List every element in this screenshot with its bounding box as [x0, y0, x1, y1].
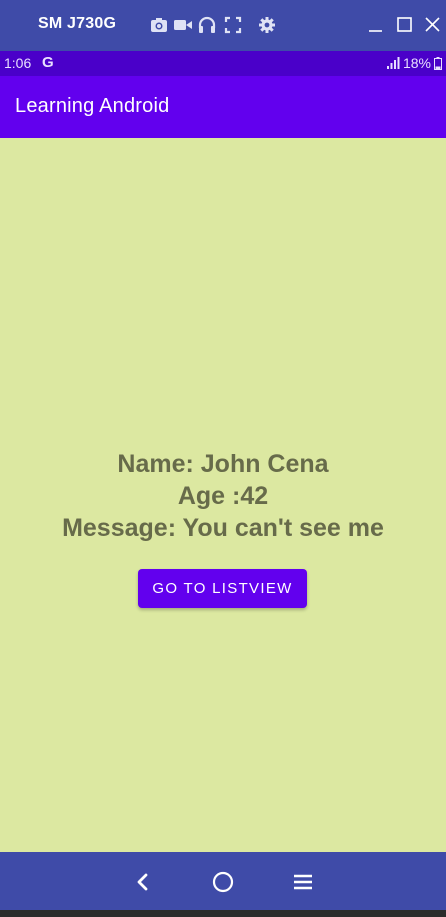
recents-icon[interactable]	[291, 870, 315, 894]
home-icon[interactable]	[211, 870, 235, 894]
signal-icon	[386, 57, 400, 69]
navigation-bar	[0, 852, 446, 910]
battery-percent: 18%	[402, 55, 431, 71]
profile-info: Name: John Cena Age :42 Message: You can…	[0, 448, 446, 544]
message-text: Message: You can't see me	[62, 514, 384, 542]
google-icon: G	[42, 54, 54, 71]
close-icon[interactable]	[424, 15, 442, 35]
emulator-title-bar: SM J730G	[0, 0, 446, 51]
video-icon[interactable]	[174, 16, 192, 34]
bottom-edge	[0, 910, 446, 917]
back-icon[interactable]	[131, 870, 155, 894]
name-text: Name: John Cena	[117, 450, 329, 478]
settings-icon[interactable]	[258, 16, 276, 34]
headphones-icon[interactable]	[198, 16, 216, 34]
app-toolbar: Learning Android	[0, 76, 446, 138]
status-bar: 1:06 G 18%	[0, 51, 446, 76]
maximize-icon[interactable]	[396, 15, 414, 35]
status-indicators: 18%	[386, 55, 442, 71]
minimize-icon[interactable]	[367, 15, 385, 35]
status-time: 1:06	[4, 55, 32, 71]
app-title: Learning Android	[15, 95, 170, 117]
battery-icon	[434, 56, 442, 70]
device-name: SM J730G	[38, 15, 117, 32]
camera-icon[interactable]	[150, 16, 168, 34]
age-text: Age :42	[177, 482, 269, 510]
go-to-listview-button[interactable]: GO TO LISTVIEW	[138, 569, 307, 608]
main-content: Name: John Cena Age :42 Message: You can…	[0, 138, 446, 852]
fullscreen-icon[interactable]	[224, 16, 242, 34]
